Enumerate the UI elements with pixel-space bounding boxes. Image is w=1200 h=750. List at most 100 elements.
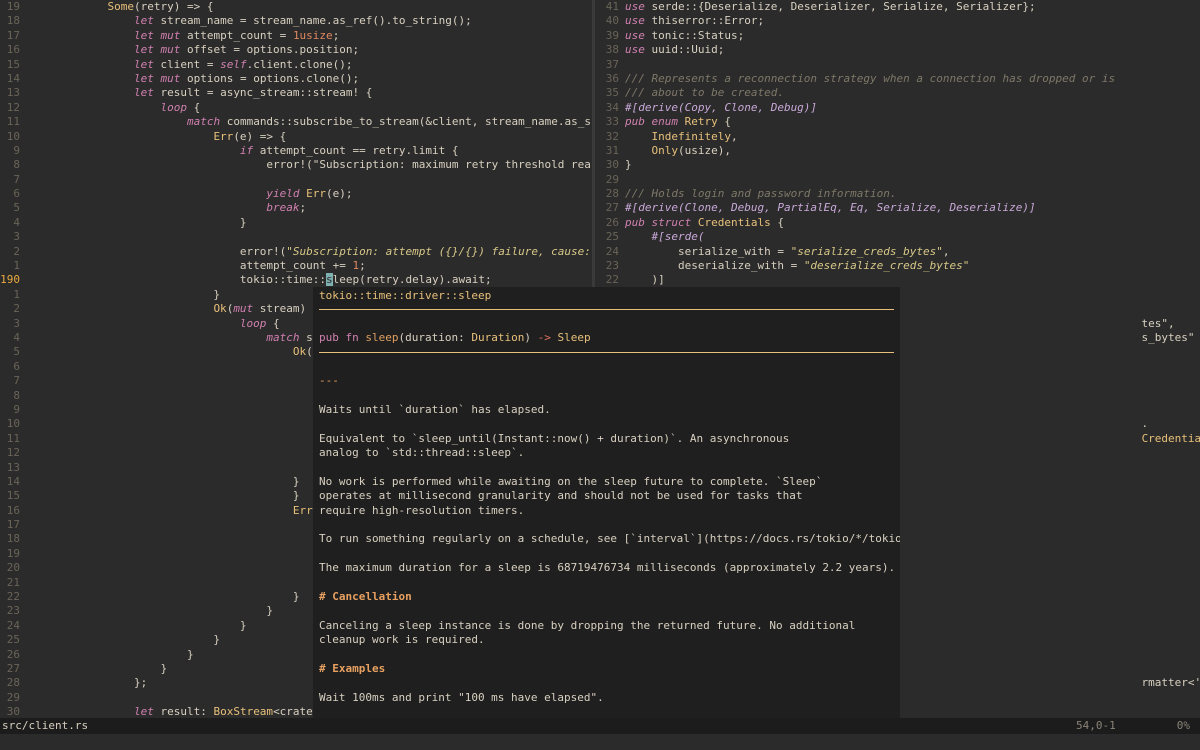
left-line[interactable]: 7 bbox=[0, 173, 590, 187]
line-number: 22 bbox=[6, 590, 20, 604]
right-line[interactable]: 23 deserialize_with = "deserialize_creds… bbox=[599, 259, 1200, 273]
status-cursor-position: 54,0-1 bbox=[1076, 719, 1116, 732]
code-text: br bbox=[28, 575, 333, 589]
line-number: 7 bbox=[13, 172, 20, 186]
code-text: pub enum Retry { bbox=[625, 115, 731, 129]
code-text: /// Holds login and password information… bbox=[625, 187, 897, 201]
line-number: 26 bbox=[605, 215, 619, 229]
line-number: 5 bbox=[13, 201, 20, 215]
code-text: let result: BoxStream<crate::R bbox=[133, 705, 333, 718]
right-line[interactable]: 34 #[derive(Copy, Clone, Debug)] bbox=[599, 101, 1200, 115]
code-text: error!("Subscription: maximum retry thre… bbox=[28, 158, 590, 172]
popup-path: tokio::time::driver::sleep bbox=[319, 289, 492, 302]
code-text: yield Err(e); bbox=[266, 187, 353, 201]
popup-heading: # Cancellation bbox=[319, 590, 412, 603]
left-line[interactable]: 2 error!("Subscription: attempt ({}/{}) … bbox=[0, 245, 590, 259]
popup-doc-line: require high-resolution timers. bbox=[319, 503, 525, 517]
left-line[interactable]: 15 let client = self.client.clone(); bbox=[0, 58, 590, 72]
right-line[interactable]: 35 /// about to be created. bbox=[599, 86, 1200, 100]
left-line[interactable]: 19 Some(retry) => { bbox=[0, 0, 590, 14]
line-number: 38 bbox=[605, 43, 619, 57]
line-number: 6 bbox=[13, 187, 20, 201]
line-number: 18 bbox=[6, 532, 20, 546]
right-line[interactable]: 25 #[serde( bbox=[599, 230, 1200, 244]
line-number: 19 bbox=[6, 546, 20, 560]
line-number: 21 bbox=[6, 575, 20, 589]
line-number: 6 bbox=[13, 359, 20, 373]
code-text: } bbox=[28, 590, 300, 604]
left-line[interactable]: 11 match commands::subscribe_to_stream(&… bbox=[0, 115, 590, 129]
line-number: 10 bbox=[6, 129, 20, 143]
left-line[interactable]: 5 break; bbox=[0, 201, 590, 215]
line-number: 23 bbox=[605, 259, 619, 273]
code-text: error!("Subscription: attempt ({}/{}) fa… bbox=[28, 244, 590, 258]
left-line[interactable]: 9 if attempt_count == retry.limit { bbox=[0, 144, 590, 158]
code-text: let mut offset = options.position; bbox=[133, 43, 360, 57]
code-text: attempt_count += 1; bbox=[28, 259, 366, 273]
right-line[interactable]: 24 serialize_with = "serialize_creds_byt… bbox=[599, 245, 1200, 259]
line-number: 27 bbox=[605, 201, 619, 215]
line-number: 15 bbox=[6, 57, 20, 71]
right-line[interactable]: 33 pub enum Retry { bbox=[599, 115, 1200, 129]
code-text: } bbox=[28, 618, 247, 632]
popup-signature: pub fn sleep(duration: Duration) -> Slee… bbox=[319, 331, 591, 344]
code-text: Ok(sub bbox=[292, 345, 333, 359]
line-number: 31 bbox=[605, 143, 619, 157]
hover-documentation-popup[interactable]: tokio::time::driver::sleep pub fn sleep(… bbox=[313, 287, 900, 718]
right-line[interactable]: 22 )] bbox=[599, 273, 1200, 287]
code-text: /// Represents a reconnection strategy w… bbox=[625, 71, 1116, 85]
line-number: 5 bbox=[13, 345, 20, 359]
right-line[interactable]: 37 bbox=[599, 58, 1200, 72]
code-text: )] bbox=[625, 273, 665, 287]
code-text: use thiserror::Error; bbox=[625, 14, 765, 28]
right-line[interactable]: 26 pub struct Credentials { bbox=[599, 216, 1200, 230]
left-line[interactable]: 10 Err(e) => { bbox=[0, 130, 590, 144]
left-line[interactable]: 6 yield Err(e); bbox=[0, 187, 590, 201]
right-line[interactable]: 40 use thiserror::Error; bbox=[599, 14, 1200, 28]
code-text: } bbox=[28, 633, 221, 647]
line-number: 1 bbox=[13, 287, 20, 301]
right-line[interactable]: 27 #[derive(Clone, Debug, PartialEq, Eq, … bbox=[599, 201, 1200, 215]
code-text: } bbox=[28, 647, 194, 661]
code-text: let mut options = options.clone(); bbox=[133, 71, 360, 85]
right-line[interactable]: 41 use serde::{Deserialize, Deserializer,… bbox=[599, 0, 1200, 14]
command-line[interactable] bbox=[0, 734, 1200, 750]
left-line[interactable]: 1 attempt_count += 1; bbox=[0, 259, 590, 273]
code-text: } bbox=[28, 661, 168, 675]
right-line[interactable]: 28 /// Holds login and password informati… bbox=[599, 187, 1200, 201]
code-text: serialize_with = "serialize_creds_bytes"… bbox=[625, 244, 950, 258]
popup-doc-line: operates at millisecond granularity and … bbox=[319, 489, 803, 503]
left-line[interactable]: 13 let result = async_stream::stream! { bbox=[0, 86, 590, 100]
left-line[interactable]: 190 tokio::time::sleep(retry.delay).awai… bbox=[0, 273, 590, 287]
left-line[interactable]: 18 let stream_name = stream_name.as_ref(… bbox=[0, 14, 590, 28]
popup-doc-line: --- bbox=[319, 374, 339, 387]
line-number: 3 bbox=[13, 230, 20, 244]
left-line[interactable]: 14 let mut options = options.clone(); bbox=[0, 72, 590, 86]
line-number: 24 bbox=[6, 618, 20, 632]
line-number: 18 bbox=[6, 14, 20, 28]
right-line[interactable]: 29 bbox=[599, 173, 1200, 187]
line-number: 11 bbox=[6, 115, 20, 129]
code-text: deserialize_with = "deserialize_creds_by… bbox=[625, 259, 970, 273]
popup-doc-line: Equivalent to `sleep_until(Instant::now(… bbox=[319, 431, 790, 445]
popup-divider-top bbox=[319, 309, 894, 310]
popup-doc-line: analog to `std::thread::sleep`. bbox=[319, 446, 525, 459]
left-line[interactable]: 17 let mut attempt_count = 1usize; bbox=[0, 29, 590, 43]
left-line[interactable]: 4 } bbox=[0, 216, 590, 230]
left-line[interactable]: 12 loop { bbox=[0, 101, 590, 115]
right-line[interactable]: 38 use uuid::Uuid; bbox=[599, 43, 1200, 57]
right-line[interactable]: 39 use tonic::Status; bbox=[599, 29, 1200, 43]
left-line[interactable]: 3 bbox=[0, 230, 590, 244]
code-text: } bbox=[28, 215, 247, 229]
right-line[interactable]: 30} bbox=[599, 158, 1200, 172]
right-line[interactable]: 31 Only(usize), bbox=[599, 144, 1200, 158]
left-line[interactable]: 16 let mut offset = options.position; bbox=[0, 43, 590, 57]
line-number: 19 bbox=[6, 0, 20, 13]
code-text: let stream_name = stream_name.as_ref().t… bbox=[133, 14, 472, 28]
right-line[interactable]: 32 Indefinitely, bbox=[599, 130, 1200, 144]
right-line[interactable]: 36 /// Represents a reconnection strategy… bbox=[599, 72, 1200, 86]
left-line[interactable]: 8 error!("Subscription: maximum retry th… bbox=[0, 158, 590, 172]
code-text: loop { bbox=[160, 100, 201, 114]
line-number: 9 bbox=[13, 402, 20, 416]
line-number: 29 bbox=[605, 172, 619, 186]
